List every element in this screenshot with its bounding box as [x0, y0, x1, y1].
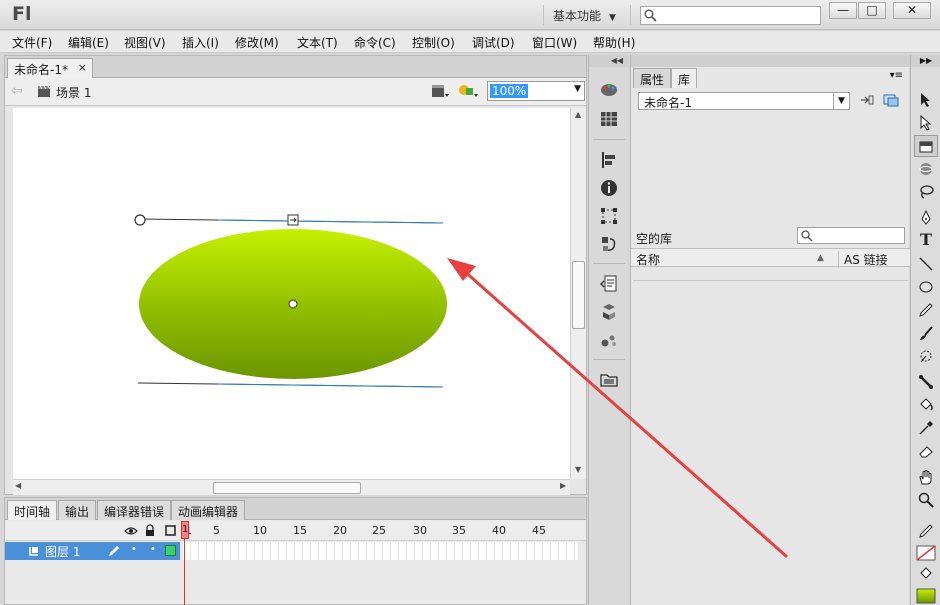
- annotation-arrow: [447, 258, 788, 558]
